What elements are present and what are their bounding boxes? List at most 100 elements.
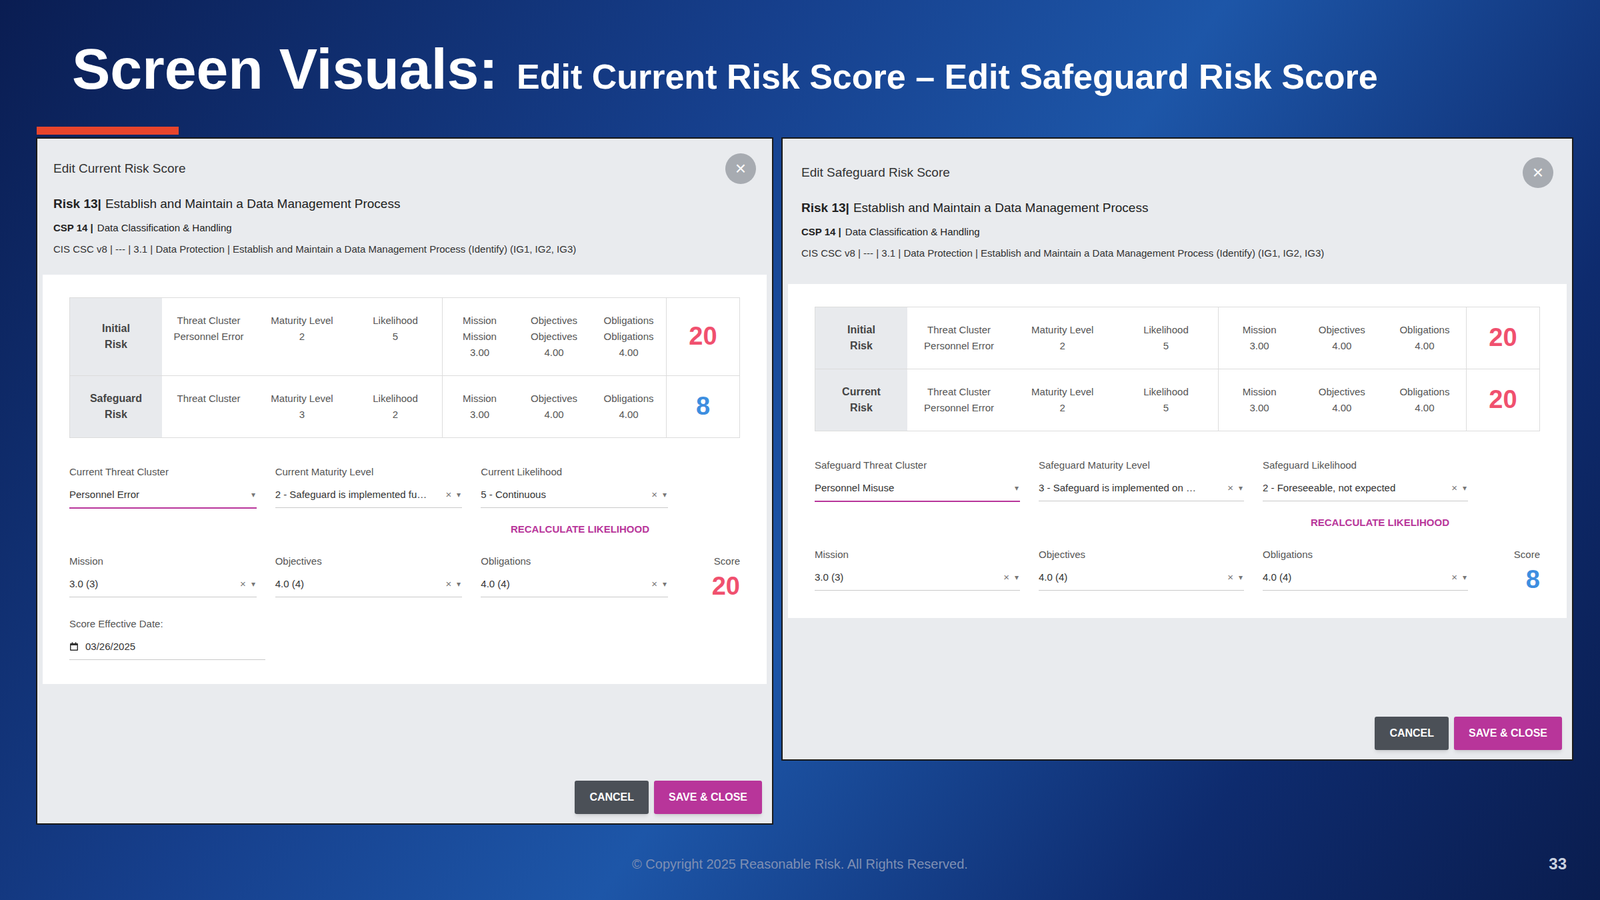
spacer bbox=[275, 522, 463, 537]
spacer bbox=[1038, 515, 1244, 530]
slide: Screen Visuals:Edit Current Risk Score –… bbox=[0, 0, 1600, 900]
caret-icon[interactable]: ▾ bbox=[1238, 570, 1243, 585]
cell-line: Obligations bbox=[1399, 384, 1450, 400]
dropdown[interactable]: 4.0 (4) ×▾ bbox=[480, 576, 668, 598]
dropdown[interactable]: 3 - Safeguard is implemented on …×▾ bbox=[1038, 480, 1244, 502]
cell-line: 3.00 bbox=[1250, 400, 1270, 416]
row-label-line: Safeguard bbox=[90, 390, 142, 407]
dropdown[interactable]: 4.0 (4)×▾ bbox=[1262, 570, 1468, 591]
field-label: Safeguard Threat Cluster bbox=[814, 458, 1020, 473]
field-label: Safeguard Maturity Level bbox=[1038, 458, 1244, 473]
dropdown[interactable]: Personnel Error▾ bbox=[69, 487, 257, 509]
caret-icon[interactable]: ▾ bbox=[662, 487, 667, 502]
cell-line: 4.00 bbox=[1414, 400, 1434, 416]
clear-icon[interactable]: × bbox=[651, 576, 658, 592]
row-score: 8 bbox=[666, 376, 740, 438]
table-cell: Obligations4.00 bbox=[1383, 307, 1466, 369]
date-input[interactable]: 03/26/2025 bbox=[69, 639, 266, 660]
dropdown[interactable]: Personnel Misuse▾ bbox=[814, 480, 1020, 502]
dropdown-field: Objectives4.0 (4)×▾ bbox=[1038, 547, 1244, 591]
dropdown-field: Obligations4.0 (4)×▾ bbox=[480, 554, 668, 598]
recalculate-link[interactable]: RECALCULATE LIKELIHOOD bbox=[1310, 515, 1450, 530]
caret-icon[interactable]: ▾ bbox=[456, 487, 461, 502]
clear-icon[interactable]: × bbox=[446, 487, 452, 502]
table-cell: Obligations4.00 bbox=[1383, 369, 1466, 431]
save-close-button[interactable]: SAVE & CLOSE bbox=[1454, 716, 1562, 750]
score-box: Score20 bbox=[686, 554, 740, 601]
calendar-icon[interactable] bbox=[69, 642, 79, 652]
dialog-title: Edit Current Risk Score bbox=[53, 159, 186, 179]
dropdown[interactable]: 4.0 (4) ×▾ bbox=[275, 576, 463, 598]
row-label-line: Risk bbox=[850, 338, 873, 354]
copyright: © Copyright 2025 Reasonable Risk. All Ri… bbox=[632, 854, 968, 874]
dropdown-value: 3.0 (3) bbox=[814, 570, 998, 585]
clear-icon[interactable]: × bbox=[446, 576, 452, 592]
cell-line: 2 bbox=[1060, 400, 1066, 416]
dropdown-field: Safeguard Likelihood2 - Foreseeable, not… bbox=[1262, 458, 1468, 502]
dropdown-value: 2 - Foreseeable, not expected bbox=[1262, 480, 1446, 496]
field-label: Objectives bbox=[1038, 547, 1244, 562]
caret-icon[interactable]: ▾ bbox=[662, 576, 667, 592]
dropdown[interactable]: 3.0 (3) × ▾ bbox=[814, 570, 1020, 591]
close-button[interactable]: × bbox=[725, 153, 756, 184]
dropdown[interactable]: 2 - Foreseeable, not expected ×▾ bbox=[1262, 480, 1468, 502]
dialog-title-row: Edit Current Risk Score × bbox=[53, 153, 756, 184]
caret-icon[interactable]: ▾ bbox=[1014, 480, 1019, 496]
table-cell: Maturity Level3 bbox=[255, 376, 349, 438]
caret-icon[interactable]: ▾ bbox=[1238, 480, 1243, 496]
caret-icon[interactable]: ▾ bbox=[251, 576, 256, 592]
threat-fields: Safeguard Threat Cluster Personnel Misuse… bbox=[814, 458, 1540, 502]
cell-line: Mission bbox=[462, 328, 497, 345]
table-cell: Objectives4.00 bbox=[516, 376, 592, 438]
clear-icon[interactable]: × bbox=[1227, 570, 1234, 585]
row-score: 20 bbox=[1466, 369, 1540, 431]
cell-line: 2 bbox=[392, 406, 398, 423]
close-button[interactable]: × bbox=[1522, 157, 1554, 188]
table-cell: ObligationsObligations4.00 bbox=[591, 298, 666, 376]
dropdown[interactable]: 2 - Safeguard is implemented fu… × ▾ bbox=[275, 487, 463, 508]
cell-line: Threat Cluster bbox=[927, 384, 991, 400]
caret-icon[interactable]: ▾ bbox=[1462, 480, 1467, 496]
spacer bbox=[814, 515, 1020, 530]
dropdown[interactable]: 5 - Continuous×▾ bbox=[480, 487, 668, 508]
caret-icon[interactable]: ▾ bbox=[1462, 570, 1467, 585]
table-cell: Threat Cluster bbox=[162, 376, 256, 438]
page-number: 33 bbox=[1548, 852, 1567, 876]
caret-icon[interactable]: ▾ bbox=[456, 576, 461, 592]
cell-line: Likelihood bbox=[372, 312, 418, 329]
cell-line: Maturity Level bbox=[1031, 322, 1094, 338]
dropdown-value: 4.0 (4) bbox=[275, 576, 441, 592]
row-label: InitialRisk bbox=[70, 298, 162, 376]
caret-icon[interactable]: ▾ bbox=[251, 487, 256, 502]
recalculate-link[interactable]: RECALCULATE LIKELIHOOD bbox=[510, 522, 650, 537]
field-label: Mission bbox=[814, 547, 1020, 562]
framework-line: CIS CSC v8 | --- | 3.1 | Data Protection… bbox=[53, 242, 756, 258]
impact-fields: Mission3.0 (3)×▾Objectives4.0 (4)×▾Oblig… bbox=[69, 554, 740, 601]
cancel-button[interactable]: CANCEL bbox=[574, 780, 649, 814]
clear-icon[interactable]: × bbox=[240, 576, 246, 592]
dropdown-field: Mission 3.0 (3) × ▾ bbox=[814, 547, 1020, 591]
caret-icon[interactable]: ▾ bbox=[1014, 570, 1019, 585]
dropdown-value: 4.0 (4) bbox=[480, 576, 646, 592]
cell-line: Obligations bbox=[603, 390, 654, 407]
clear-icon[interactable]: × bbox=[1451, 570, 1458, 585]
dialog-body: InitialRiskThreat ClusterPersonnel Error… bbox=[788, 284, 1567, 618]
date-label: Score Effective Date: bbox=[69, 616, 266, 632]
table-cell: Mission3.00 bbox=[1218, 369, 1301, 431]
table-cell: Maturity Level2 bbox=[255, 298, 349, 376]
clear-icon[interactable]: × bbox=[1451, 480, 1458, 496]
cancel-button[interactable]: CANCEL bbox=[1374, 716, 1449, 750]
cell-line: 3 bbox=[299, 406, 305, 423]
dropdown-value: 2 - Safeguard is implemented fu… bbox=[275, 487, 441, 502]
clear-icon[interactable]: × bbox=[1003, 570, 1010, 585]
table-cell: Obligations4.00 bbox=[591, 376, 666, 438]
dropdown[interactable]: 4.0 (4)×▾ bbox=[1038, 570, 1244, 591]
clear-icon[interactable]: × bbox=[651, 487, 658, 502]
save-close-button[interactable]: SAVE & CLOSE bbox=[654, 780, 762, 814]
clear-icon[interactable]: × bbox=[1227, 480, 1234, 496]
cell-line: 4.00 bbox=[618, 406, 638, 423]
table-cell: Threat ClusterPersonnel Error bbox=[907, 369, 1011, 431]
dropdown-value: 3.0 (3) bbox=[69, 576, 235, 592]
cell-line: Obligations bbox=[603, 328, 654, 345]
dropdown[interactable]: 3.0 (3) × ▾ bbox=[69, 576, 257, 598]
